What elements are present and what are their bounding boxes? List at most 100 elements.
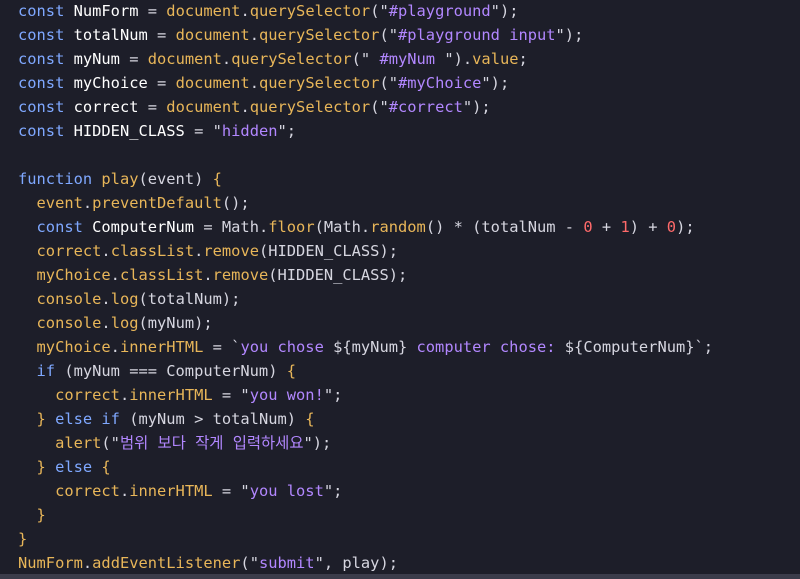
code-token: . bbox=[119, 386, 130, 404]
code-line: if (myNum === ComputerNum) { bbox=[18, 359, 296, 383]
code-token: correct bbox=[18, 242, 102, 260]
code-token: NumForm bbox=[73, 2, 139, 20]
code-token: "); bbox=[303, 434, 332, 452]
code-line: correct.innerHTML = "you lost"; bbox=[18, 479, 342, 503]
code-token: } bbox=[18, 458, 56, 476]
code-token: = bbox=[147, 74, 176, 92]
code-token: (" bbox=[240, 554, 259, 572]
code-token: value bbox=[472, 50, 519, 68]
code-token: ", play); bbox=[314, 554, 398, 572]
code-token: () * (totalNum - bbox=[425, 218, 584, 236]
code-token: { bbox=[101, 458, 111, 476]
code-token: else bbox=[55, 458, 102, 476]
code-token: 0 bbox=[583, 218, 593, 236]
code-token: hidden bbox=[221, 122, 278, 140]
code-token: const bbox=[18, 26, 74, 44]
code-editor[interactable]: const NumForm = document.querySelector("… bbox=[0, 0, 800, 579]
code-token: classList bbox=[110, 242, 195, 260]
code-line: function play(event) { bbox=[18, 167, 222, 191]
code-token: ) + bbox=[629, 218, 667, 236]
code-token: const bbox=[18, 74, 74, 92]
code-token: (HIDDEN_CLASS); bbox=[268, 266, 408, 284]
code-token: else if bbox=[55, 410, 130, 428]
code-token: remove bbox=[212, 266, 269, 284]
code-token: { bbox=[305, 410, 315, 428]
code-token: = bbox=[194, 218, 222, 236]
code-token: 0 bbox=[666, 218, 677, 236]
code-token: classList bbox=[119, 266, 204, 284]
code-token: preventDefault bbox=[92, 194, 222, 212]
code-token: = bbox=[147, 26, 176, 44]
code-line: const myChoice = document.querySelector(… bbox=[18, 71, 509, 95]
code-token: = bbox=[138, 2, 167, 20]
code-token: = ` bbox=[203, 338, 241, 356]
code-line: console.log(myNum); bbox=[18, 311, 213, 335]
code-token: . bbox=[110, 338, 120, 356]
code-line: } else if (myNum > totalNum) { bbox=[18, 407, 315, 431]
code-line: const NumForm = document.querySelector("… bbox=[18, 0, 518, 23]
code-line: myChoice.classList.remove(HIDDEN_CLASS); bbox=[18, 263, 408, 287]
code-line: alert("범위 보다 작게 입력하세요"); bbox=[18, 431, 331, 455]
code-token: const bbox=[18, 98, 74, 116]
code-token: ); bbox=[676, 218, 695, 236]
code-token: correct bbox=[18, 386, 120, 404]
code-token: } bbox=[18, 506, 46, 524]
code-token: #myChoice bbox=[398, 74, 482, 92]
code-token: ${ComputerNum} bbox=[564, 338, 695, 356]
code-token: innerHTML bbox=[129, 386, 213, 404]
code-token: document bbox=[166, 98, 241, 116]
code-token: "); bbox=[490, 2, 519, 20]
code-line: correct.innerHTML = "you won!"; bbox=[18, 383, 342, 407]
code-line: const myNum = document.querySelector(" #… bbox=[18, 47, 528, 71]
code-token: = " bbox=[212, 482, 250, 500]
code-token: computer chose: bbox=[407, 338, 565, 356]
code-token: document bbox=[147, 50, 222, 68]
code-token: . bbox=[221, 50, 232, 68]
code-token: document bbox=[166, 2, 241, 20]
code-token: (totalNum); bbox=[138, 290, 241, 308]
code-token: ${myNum} bbox=[333, 338, 408, 356]
code-line: myChoice.innerHTML = `you chose ${myNum}… bbox=[18, 335, 714, 359]
horizontal-scrollbar[interactable] bbox=[0, 574, 800, 579]
code-token: remove bbox=[203, 242, 259, 260]
code-token: . bbox=[110, 266, 120, 284]
code-token: (event) bbox=[138, 170, 213, 188]
code-line: const HIDDEN_CLASS = "hidden"; bbox=[18, 119, 296, 143]
code-token: function bbox=[18, 170, 102, 188]
code-token: #myNum bbox=[370, 50, 445, 68]
code-token: NumForm bbox=[18, 554, 83, 572]
code-token: correct bbox=[73, 98, 139, 116]
code-token: alert bbox=[18, 434, 102, 452]
code-line: console.log(totalNum); bbox=[18, 287, 241, 311]
code-token: play bbox=[101, 170, 139, 188]
code-token: (" bbox=[379, 26, 398, 44]
code-token: "); bbox=[481, 74, 510, 92]
code-token: totalNum bbox=[73, 26, 148, 44]
code-token: console bbox=[18, 290, 102, 308]
code-token: #playground input bbox=[398, 26, 556, 44]
code-token: . bbox=[194, 242, 204, 260]
code-token: . bbox=[82, 554, 93, 572]
code-token: you won! bbox=[249, 386, 324, 404]
code-token: "); bbox=[462, 98, 491, 116]
code-token: myChoice bbox=[18, 338, 111, 356]
code-token: . bbox=[258, 218, 269, 236]
code-token: `; bbox=[694, 338, 714, 356]
code-token: correct bbox=[18, 482, 120, 500]
code-token: = bbox=[138, 98, 167, 116]
code-token: event bbox=[18, 194, 83, 212]
code-token: . bbox=[101, 290, 111, 308]
code-token: . bbox=[249, 26, 259, 44]
code-token: { bbox=[286, 362, 297, 380]
code-token: document bbox=[175, 26, 250, 44]
code-line: } bbox=[18, 527, 27, 551]
code-token: innerHTML bbox=[129, 482, 213, 500]
code-line: } else { bbox=[18, 455, 111, 479]
code-token: . bbox=[249, 74, 259, 92]
code-token: querySelector bbox=[231, 50, 352, 68]
code-token: Math bbox=[221, 218, 259, 236]
code-line: correct.classList.remove(HIDDEN_CLASS); bbox=[18, 239, 398, 263]
code-token: } bbox=[18, 410, 56, 428]
code-token: . bbox=[240, 98, 250, 116]
code-token: . bbox=[240, 2, 250, 20]
